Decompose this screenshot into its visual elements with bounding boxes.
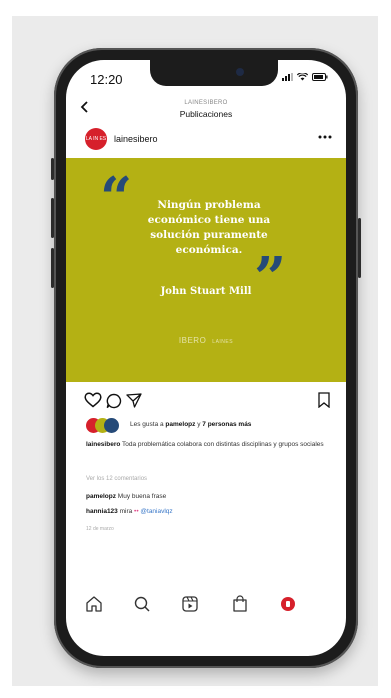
- caption-user[interactable]: lainesibero: [86, 441, 120, 448]
- post-image[interactable]: “ Ningún problema económico tiene una so…: [66, 158, 346, 382]
- phone-frame: 12:20 LAINESIBERO Publicaciones LA IN ES…: [51, 48, 361, 668]
- phone-power-button: [358, 218, 361, 278]
- comment: hannia123 mira •• @taniavlqz: [86, 508, 173, 515]
- brand-small: LAINES: [212, 339, 234, 345]
- header-account: LAINESIBERO: [184, 100, 228, 106]
- comment-text: mira: [117, 508, 135, 515]
- comment-user[interactable]: hannia123: [86, 508, 118, 515]
- phone-notch: [150, 60, 278, 86]
- bookmark-icon[interactable]: [318, 392, 330, 408]
- caption-text: Toda problemática colabora con distintas…: [120, 441, 324, 448]
- home-icon[interactable]: [84, 594, 104, 614]
- brand-logo: IBERO LAINES: [66, 336, 346, 345]
- more-icon[interactable]: [318, 130, 332, 142]
- comment: pamelopz Muy buena frase: [86, 493, 166, 500]
- comment-text: Muy buena frase: [115, 493, 167, 500]
- status-icons: [282, 73, 328, 81]
- view-comments-link[interactable]: Ver los 12 comentarios: [86, 476, 147, 482]
- reels-icon[interactable]: [180, 594, 200, 614]
- likes-user[interactable]: pamelopz: [165, 421, 195, 428]
- bottom-nav: [84, 594, 328, 614]
- likes-text[interactable]: Les gusta a pamelopz y 7 personas más: [130, 421, 251, 428]
- comment-icon[interactable]: [106, 393, 122, 409]
- post-username[interactable]: lainesibero: [114, 134, 158, 144]
- phone-screen: 12:20 LAINESIBERO Publicaciones LA IN ES…: [66, 60, 346, 656]
- avatar[interactable]: LA IN ES: [85, 128, 107, 150]
- battery-icon: [312, 73, 328, 81]
- comment-user[interactable]: pamelopz: [86, 493, 116, 500]
- shop-icon[interactable]: [230, 594, 250, 614]
- phone-side-button: [51, 158, 54, 180]
- likes-row: Les gusta a pamelopz y 7 personas más: [86, 418, 326, 434]
- camera-icon: [236, 68, 244, 76]
- search-icon[interactable]: [132, 594, 152, 614]
- brand-name: IBERO: [178, 336, 207, 345]
- heart-icon[interactable]: [84, 392, 102, 408]
- likes-others[interactable]: 7 personas más: [202, 421, 251, 428]
- profile-icon[interactable]: [278, 594, 298, 614]
- wifi-icon: [297, 73, 308, 81]
- comment-mention[interactable]: @taniavlqz: [139, 508, 172, 515]
- phone-side-button: [51, 248, 54, 288]
- share-icon[interactable]: [126, 393, 142, 408]
- post-caption: lainesibero Toda problemática colabora c…: [86, 440, 326, 450]
- quote-close-mark: ”: [254, 245, 287, 311]
- post-date: 12 de marzo: [86, 526, 114, 532]
- likes-prefix: Les gusta a: [130, 421, 166, 428]
- phone-side-button: [51, 198, 54, 238]
- post-actions: [84, 392, 330, 410]
- avatar-text: LA IN ES: [85, 136, 107, 142]
- status-time: 12:20: [90, 72, 123, 87]
- quote-author: John Stuart Mill: [160, 286, 252, 297]
- quote-open-mark: “: [100, 165, 133, 231]
- page-title: Publicaciones: [179, 109, 233, 119]
- liker-avatar: [104, 418, 119, 433]
- signal-icon: [282, 73, 293, 81]
